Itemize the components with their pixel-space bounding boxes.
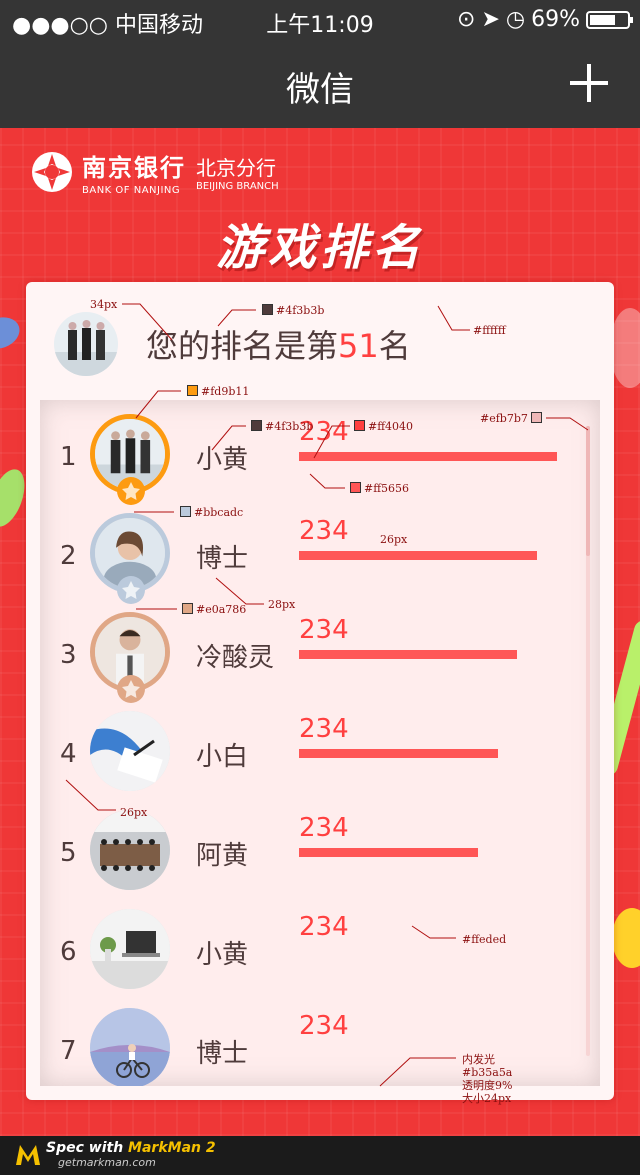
ranking-row[interactable]: 3 冷酸灵 234 — [40, 603, 600, 703]
player-name: 博士 — [196, 544, 249, 574]
bronze-medal-icon — [117, 675, 145, 703]
ranking-list[interactable]: 1 小黄 234 2 博士 234 3 冷酸灵 234 4 小白 234 5 阿黄 234 6 小黄 234 7 博士… — [40, 400, 600, 1086]
annotation: #fd9b11 — [187, 385, 249, 398]
player-score: 234 — [299, 714, 349, 744]
annotation: #ffeded — [462, 933, 507, 946]
player-avatar[interactable] — [90, 909, 170, 989]
markman-logo-icon — [16, 1145, 40, 1165]
annotation: #efb7b7 — [480, 412, 545, 425]
player-name: 冷酸灵 — [196, 643, 275, 673]
annotation: #4f3b3b — [262, 304, 324, 317]
player-name: 小白 — [196, 742, 249, 772]
footer-url: getmarkman.com — [58, 1156, 156, 1169]
rank-number: 5 — [60, 838, 77, 868]
color-swatch — [180, 506, 191, 517]
annotation: #ffffff — [473, 324, 506, 337]
my-rank: 您的排名是第51名 — [54, 312, 411, 376]
confetti-decoration — [0, 312, 24, 354]
player-score: 234 — [299, 813, 349, 843]
color-swatch — [350, 482, 361, 493]
bank-name-en: BANK OF NANJING — [82, 185, 181, 196]
rank-number: 3 — [60, 640, 77, 670]
battery-icon — [586, 10, 633, 29]
ranking-panel: 您的排名是第51名 1 小黄 234 2 博士 234 3 冷酸灵 234 4 小白 234 5 阿黄 23… — [26, 282, 614, 1100]
footer-brand: Spec with MarkMan 2 — [46, 1140, 216, 1156]
player-name: 阿黄 — [196, 841, 249, 871]
gold-medal-icon — [117, 477, 145, 505]
player-score: 234 — [299, 912, 349, 942]
color-swatch — [182, 603, 193, 614]
color-swatch — [187, 385, 198, 396]
player-name: 小黄 — [196, 445, 249, 475]
nav-title: 微信 — [286, 70, 354, 110]
my-rank-suffix: 名 — [378, 327, 411, 365]
annotation: #ff4040 — [354, 420, 413, 433]
game-stage: 南京银行 BANK OF NANJING 北京分行 BEIJING BRANCH… — [0, 128, 640, 1136]
annotation: 26px — [120, 806, 148, 819]
branch-name-cn: 北京分行 — [196, 156, 276, 180]
ranking-row[interactable]: 4 小白 234 — [40, 702, 600, 801]
annotation: 内发光 #b35a5a 透明度9% 大小24px — [462, 1053, 513, 1105]
alarm-icon: ◷ — [505, 7, 526, 32]
score-bar — [299, 551, 537, 560]
annotation: #e0a786 — [182, 603, 246, 616]
score-bar — [299, 749, 498, 758]
player-score: 234 — [299, 516, 349, 546]
my-rank-text: 您的排名是第51名 — [146, 321, 411, 367]
bank-name-cn: 南京银行 — [82, 153, 186, 182]
annotation: #4f3b3b — [251, 420, 313, 433]
my-rank-prefix: 您的排名是第 — [146, 327, 339, 365]
player-score: 234 — [299, 615, 349, 645]
battery-percent: 69% — [531, 7, 580, 32]
rank-number: 1 — [60, 442, 77, 472]
nav-bar: 微信 — [0, 40, 640, 128]
score-bar — [299, 650, 517, 659]
player-name: 小黄 — [196, 940, 249, 970]
rank-number: 7 — [60, 1036, 77, 1066]
color-swatch — [354, 420, 365, 431]
score-bar — [299, 848, 478, 857]
ranking-row[interactable]: 7 博士 234 — [40, 999, 600, 1086]
annotation: 26px — [380, 533, 408, 546]
status-bar: ●●●○○ 中国移动 上午11:09 ⊙ ➤ ◷ 69% — [0, 0, 640, 40]
player-name: 博士 — [196, 1039, 249, 1069]
color-swatch — [531, 412, 543, 423]
score-bar — [299, 452, 557, 461]
page-title: 游戏排名 — [215, 220, 424, 276]
player-avatar[interactable] — [90, 711, 170, 791]
status-icons: ⊙ ➤ ◷ 69% — [457, 7, 633, 32]
confetti-decoration — [612, 908, 640, 968]
ranking-row[interactable]: 2 博士 234 — [40, 504, 600, 604]
color-swatch — [262, 304, 273, 315]
location-icon: ➤ — [481, 7, 500, 32]
markman-footer: Spec with MarkMan 2 getmarkman.com — [0, 1136, 640, 1175]
player-avatar[interactable] — [90, 810, 170, 890]
silver-medal-icon — [117, 576, 145, 604]
rank-number: 2 — [60, 541, 77, 571]
rank-number: 4 — [60, 739, 77, 769]
my-rank-number: 51 — [338, 327, 379, 365]
annotation: #bbcadc — [180, 506, 243, 519]
player-score: 234 — [299, 1011, 349, 1041]
lock-rotation-icon: ⊙ — [457, 7, 476, 32]
ranking-row[interactable]: 6 小黄 234 — [40, 900, 600, 999]
my-avatar[interactable] — [54, 312, 118, 376]
player-avatar[interactable] — [90, 1008, 170, 1086]
confetti-decoration — [610, 308, 640, 388]
color-swatch — [251, 420, 262, 431]
annotation: 28px — [268, 598, 296, 611]
bank-emblem-icon — [32, 152, 72, 192]
branch-name-en: BEIJING BRANCH — [196, 181, 279, 192]
add-icon[interactable] — [570, 64, 608, 102]
bank-logo: 南京银行 BANK OF NANJING 北京分行 BEIJING BRANCH — [30, 148, 279, 196]
rank-number: 6 — [60, 937, 77, 967]
annotation: 34px — [90, 298, 118, 311]
annotation: #ff5656 — [350, 482, 409, 495]
